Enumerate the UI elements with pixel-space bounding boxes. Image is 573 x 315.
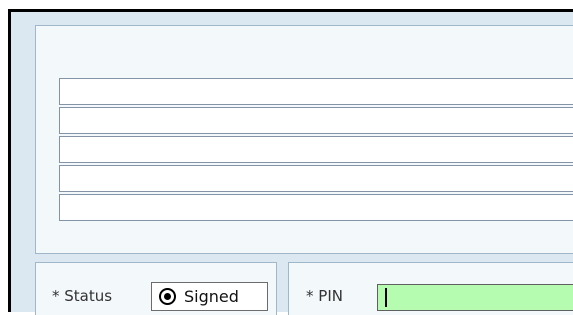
text-line[interactable]	[59, 194, 573, 221]
status-panel: * Status Signed	[35, 262, 277, 315]
text-line[interactable]	[59, 107, 573, 134]
text-line[interactable]	[59, 78, 573, 105]
status-option-label: Signed	[184, 287, 239, 306]
radio-button-signed[interactable]	[159, 288, 176, 305]
notes-panel	[35, 25, 573, 254]
pin-label: * PIN	[306, 287, 343, 305]
pin-input[interactable]	[377, 284, 573, 311]
multiline-text-area[interactable]	[59, 78, 573, 223]
text-cursor	[385, 288, 387, 307]
dialog-window: * Status Signed * PIN	[8, 9, 573, 315]
text-line[interactable]	[59, 136, 573, 163]
status-signed-option[interactable]: Signed	[151, 282, 268, 311]
status-label: * Status	[52, 287, 113, 305]
radio-selected-dot-icon	[164, 293, 171, 300]
text-line[interactable]	[59, 165, 573, 192]
pin-panel: * PIN	[288, 262, 573, 315]
